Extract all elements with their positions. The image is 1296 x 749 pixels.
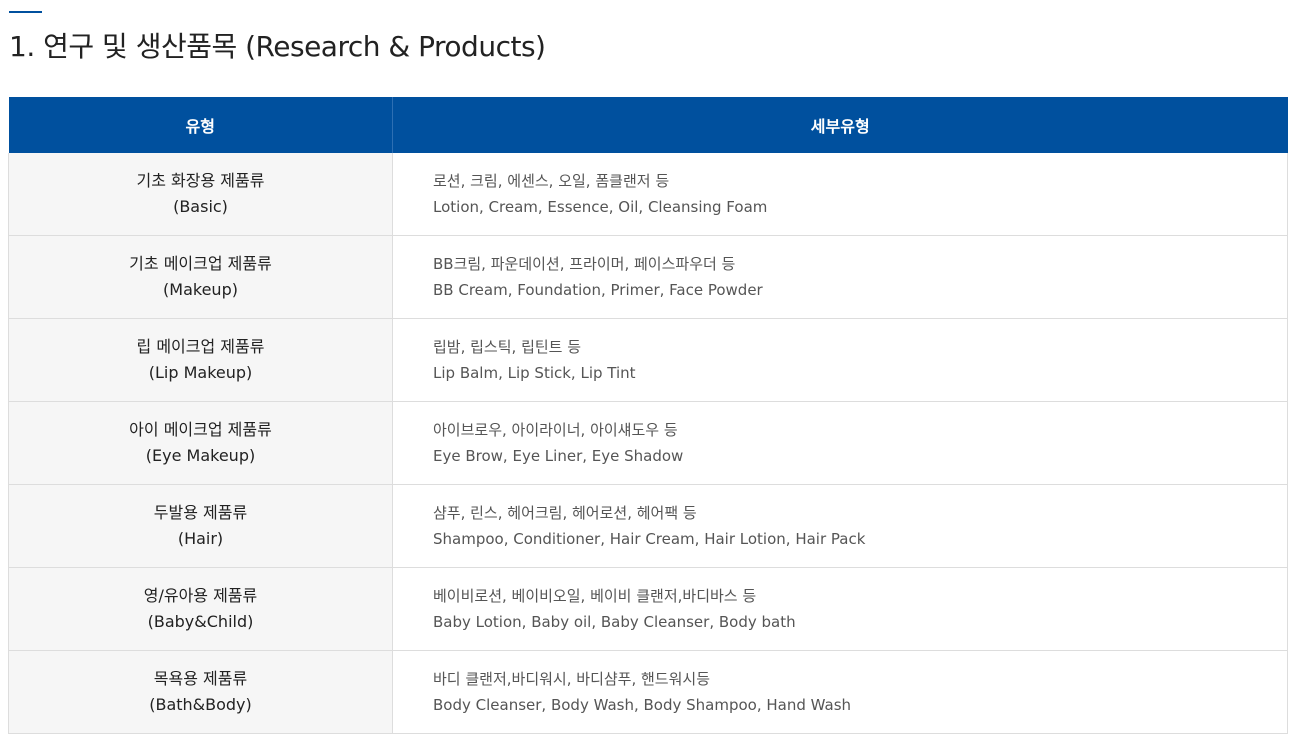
- type-name-ko: 영/유아용 제품류: [143, 586, 258, 605]
- detail-ko: 바디 클랜저,바디워시, 바디샴푸, 핸드워시등: [433, 670, 711, 688]
- detail-ko: BB크림, 파운데이션, 프라이머, 페이스파우더 등: [433, 255, 736, 273]
- type-name-en: (Makeup): [163, 280, 238, 299]
- header-type: 유형: [8, 97, 393, 153]
- detail-ko: 아이브로우, 아이라이너, 아이섀도우 등: [433, 421, 678, 439]
- type-name-ko: 목욕용 제품류: [153, 669, 248, 688]
- detail-cell: 바디 클랜저,바디워시, 바디샴푸, 핸드워시등 Body Cleanser, …: [392, 650, 1288, 734]
- detail-cell: 샴푸, 린스, 헤어크림, 헤어로션, 헤어팩 등 Shampoo, Condi…: [392, 484, 1288, 568]
- detail-en: Lip Balm, Lip Stick, Lip Tint: [433, 364, 636, 382]
- type-name-en: (Lip Makeup): [148, 363, 253, 382]
- table-header-row: 유형 세부유형: [8, 97, 1288, 153]
- type-name-ko: 립 메이크업 제품류: [136, 337, 265, 356]
- detail-cell: 베이비로션, 베이비오일, 베이비 클랜저,바디바스 등 Baby Lotion…: [392, 567, 1288, 651]
- detail-cell: 립밤, 립스틱, 립틴트 등 Lip Balm, Lip Stick, Lip …: [392, 318, 1288, 402]
- type-cell: 립 메이크업 제품류 (Lip Makeup): [8, 318, 393, 402]
- detail-en: Baby Lotion, Baby oil, Baby Cleanser, Bo…: [433, 613, 796, 631]
- detail-ko: 베이비로션, 베이비오일, 베이비 클랜저,바디바스 등: [433, 587, 757, 605]
- detail-en: Eye Brow, Eye Liner, Eye Shadow: [433, 447, 684, 465]
- table-row: 기초 화장용 제품류 (Basic) 로션, 크림, 에센스, 오일, 폼클랜저…: [8, 153, 1288, 236]
- type-name-en: (Bath&Body): [149, 695, 252, 714]
- type-name-en: (Hair): [177, 529, 224, 548]
- type-cell: 기초 화장용 제품류 (Basic): [8, 153, 393, 236]
- detail-cell: 아이브로우, 아이라이너, 아이섀도우 등 Eye Brow, Eye Line…: [392, 401, 1288, 485]
- detail-cell: BB크림, 파운데이션, 프라이머, 페이스파우더 등 BB Cream, Fo…: [392, 235, 1288, 319]
- type-name-ko: 기초 메이크업 제품류: [129, 254, 272, 273]
- products-table: 유형 세부유형 기초 화장용 제품류 (Basic) 로션, 크림, 에센스, …: [8, 97, 1288, 734]
- table-row: 목욕용 제품류 (Bath&Body) 바디 클랜저,바디워시, 바디샴푸, 핸…: [8, 650, 1288, 734]
- type-name-en: (Basic): [173, 197, 228, 216]
- type-name-ko: 아이 메이크업 제품류: [129, 420, 272, 439]
- table-row: 립 메이크업 제품류 (Lip Makeup) 립밤, 립스틱, 립틴트 등 L…: [8, 318, 1288, 402]
- type-name-en: (Eye Makeup): [145, 446, 256, 465]
- table-row: 두발용 제품류 (Hair) 샴푸, 린스, 헤어크림, 헤어로션, 헤어팩 등…: [8, 484, 1288, 568]
- detail-en: Shampoo, Conditioner, Hair Cream, Hair L…: [433, 530, 866, 548]
- detail-en: Body Cleanser, Body Wash, Body Shampoo, …: [433, 696, 852, 714]
- type-name-en: (Baby&Child): [147, 612, 254, 631]
- detail-ko: 립밤, 립스틱, 립틴트 등: [433, 338, 582, 356]
- title-accent-line: [9, 11, 42, 13]
- type-name-ko: 두발용 제품류: [153, 503, 248, 522]
- detail-cell: 로션, 크림, 에센스, 오일, 폼클랜저 등 Lotion, Cream, E…: [392, 153, 1288, 236]
- type-cell: 목욕용 제품류 (Bath&Body): [8, 650, 393, 734]
- page-title: 1. 연구 및 생산품목 (Research & Products): [9, 30, 546, 63]
- detail-ko: 샴푸, 린스, 헤어크림, 헤어로션, 헤어팩 등: [433, 504, 697, 522]
- detail-en: BB Cream, Foundation, Primer, Face Powde…: [433, 281, 763, 299]
- type-cell: 기초 메이크업 제품류 (Makeup): [8, 235, 393, 319]
- header-detail: 세부유형: [392, 97, 1288, 153]
- table-row: 기초 메이크업 제품류 (Makeup) BB크림, 파운데이션, 프라이머, …: [8, 235, 1288, 319]
- table-row: 아이 메이크업 제품류 (Eye Makeup) 아이브로우, 아이라이너, 아…: [8, 401, 1288, 485]
- type-cell: 영/유아용 제품류 (Baby&Child): [8, 567, 393, 651]
- table-row: 영/유아용 제품류 (Baby&Child) 베이비로션, 베이비오일, 베이비…: [8, 567, 1288, 651]
- type-cell: 두발용 제품류 (Hair): [8, 484, 393, 568]
- type-cell: 아이 메이크업 제품류 (Eye Makeup): [8, 401, 393, 485]
- detail-ko: 로션, 크림, 에센스, 오일, 폼클랜저 등: [433, 172, 670, 190]
- detail-en: Lotion, Cream, Essence, Oil, Cleansing F…: [433, 198, 768, 216]
- type-name-ko: 기초 화장용 제품류: [136, 171, 265, 190]
